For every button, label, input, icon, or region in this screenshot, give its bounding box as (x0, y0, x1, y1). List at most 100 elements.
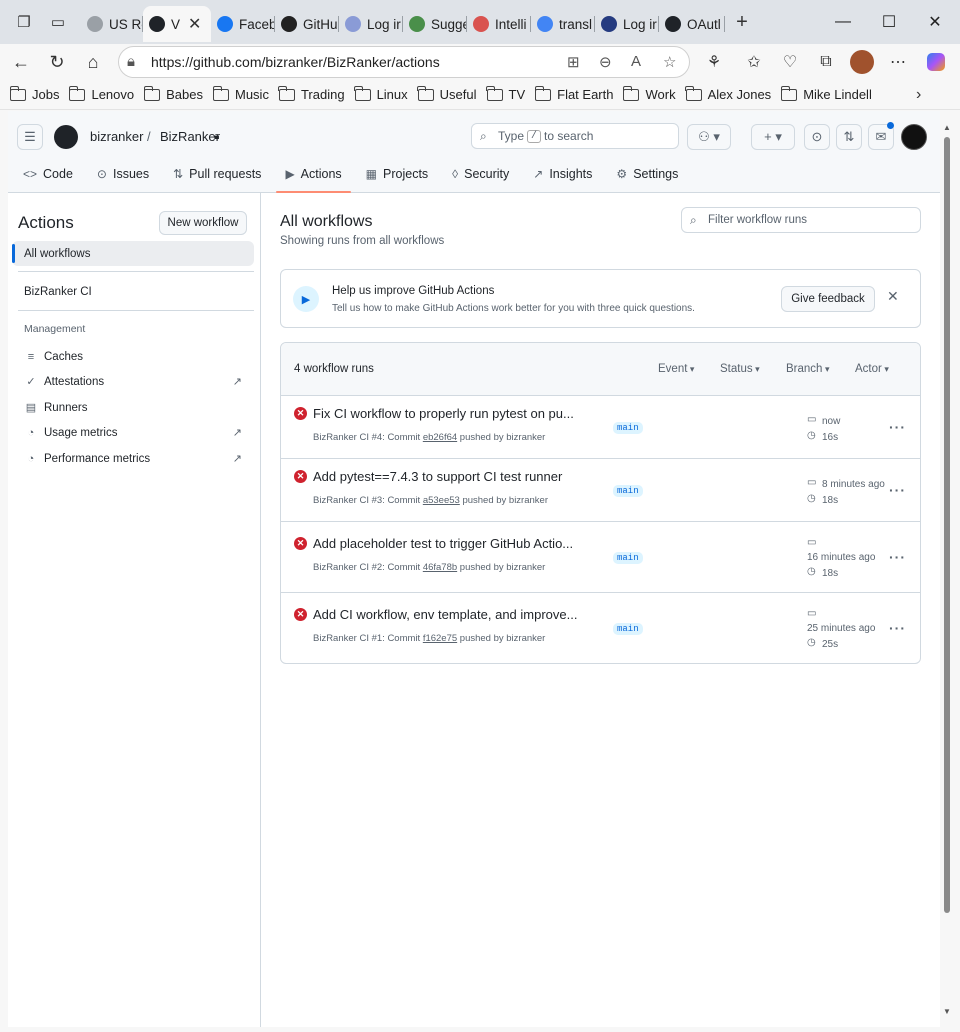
bookmark-alex-jones[interactable]: Alex Jones (685, 85, 771, 102)
workflow-run-row[interactable]: ✕ Add CI workflow, env template, and impr… (281, 593, 920, 663)
search-input[interactable]: ⌕ Type / to search (471, 123, 679, 149)
sidebar-item-usage-metrics[interactable]: ◔ Usage metrics ↗ (12, 420, 254, 445)
sidebar-item-runners[interactable]: ▤ Runners (12, 395, 254, 420)
bookmark-jobs[interactable]: Jobs (9, 85, 59, 102)
browser-tab[interactable]: Intelli (467, 6, 531, 42)
tab-projects[interactable]: ▦ Projects (357, 159, 438, 189)
close-icon[interactable]: ✕ (887, 288, 899, 305)
run-title-link[interactable]: Add placeholder test to trigger GitHub A… (313, 536, 573, 551)
tab-settings[interactable]: ⚙ Settings (607, 159, 687, 189)
bookmark-lenovo[interactable]: Lenovo (68, 85, 134, 102)
url-text[interactable]: https://github.com/bizranker/BizRanker/a… (151, 54, 440, 70)
bookmark-babes[interactable]: Babes (143, 85, 203, 102)
bookmark-tv[interactable]: TV (486, 85, 525, 102)
menu-icon[interactable]: ☰ (17, 124, 43, 150)
bookmark-music[interactable]: Music (212, 85, 269, 102)
create-new-button[interactable]: + ▾ (751, 124, 795, 150)
profile-avatar[interactable] (846, 46, 878, 78)
scrollbar-thumb[interactable] (944, 137, 950, 913)
browser-tab[interactable]: GitHu (275, 6, 339, 42)
give-feedback-button[interactable]: Give feedback (781, 286, 875, 312)
browser-tab[interactable]: V ✕ (143, 6, 211, 42)
bookmark-useful[interactable]: Useful (417, 85, 477, 102)
maximize-icon[interactable]: ☐ (866, 0, 912, 44)
bookmark-trading[interactable]: Trading (278, 85, 345, 102)
scroll-down-icon[interactable]: ▼ (943, 1007, 951, 1016)
browser-tab[interactable]: Log ir (339, 6, 403, 42)
filter-event[interactable]: Event ▾ (658, 363, 694, 375)
filter-runs-input[interactable]: ⌕ Filter workflow runs (681, 207, 921, 233)
tab-pull-requests[interactable]: ⇅ Pull requests (164, 159, 270, 189)
sidebar-item-workflow[interactable]: BizRanker CI (12, 279, 254, 304)
browser-tab[interactable]: Faceb (211, 6, 275, 42)
kebab-menu-icon[interactable]: ··· (889, 419, 906, 435)
app-available-icon[interactable]: ⊞ (567, 53, 580, 71)
bookmark-linux[interactable]: Linux (354, 85, 408, 102)
browser-tab[interactable]: US Re (81, 6, 143, 42)
bookmark-work[interactable]: Work (622, 85, 676, 102)
extensions-icon[interactable]: ⚘ (698, 46, 730, 78)
issues-icon[interactable]: ⊙ (804, 124, 830, 150)
new-workflow-button[interactable]: New workflow (159, 211, 247, 235)
filter-actor[interactable]: Actor ▾ (855, 363, 889, 375)
workflow-run-row[interactable]: ✕ Add pytest==7.4.3 to support CI test ru… (281, 459, 920, 522)
user-avatar[interactable] (901, 124, 927, 150)
read-aloud-icon[interactable]: A (631, 53, 641, 70)
zoom-icon[interactable]: ⊖ (599, 53, 612, 71)
favorite-star-icon[interactable]: ☆ (663, 53, 676, 71)
copilot-icon[interactable] (920, 46, 952, 78)
sidebar-item-caches[interactable]: ≡ Caches (12, 344, 254, 369)
workspaces-icon[interactable]: ❐ (9, 7, 39, 37)
tab-security[interactable]: ◊ Security (443, 159, 518, 189)
branch-badge[interactable]: main (613, 551, 643, 564)
run-title-link[interactable]: Add CI workflow, env template, and impro… (313, 607, 577, 622)
minimize-icon[interactable]: — (820, 0, 866, 44)
sidebar-item-all-workflows[interactable]: All workflows (12, 241, 254, 266)
browser-tab[interactable]: transl (531, 6, 595, 42)
bookmark-mike-lindell[interactable]: Mike Lindell (780, 85, 872, 102)
favorites-icon[interactable]: ✩ (738, 46, 770, 78)
browser-tab[interactable]: Sugge (403, 6, 467, 42)
browser-tab[interactable]: OAutl (659, 6, 725, 42)
bookmark-flat-earth[interactable]: Flat Earth (534, 85, 613, 102)
branch-badge[interactable]: main (613, 484, 643, 497)
bookmarks-overflow-icon[interactable]: › (916, 86, 921, 104)
close-tab-icon[interactable]: ✕ (188, 14, 201, 34)
workflow-run-row[interactable]: ✕ Fix CI workflow to properly run pytest … (281, 396, 920, 459)
pull-requests-icon[interactable]: ⇅ (836, 124, 862, 150)
commit-sha-link[interactable]: eb26f64 (423, 432, 457, 443)
commit-sha-link[interactable]: 46fa78b (423, 562, 457, 573)
kebab-menu-icon[interactable]: ··· (889, 482, 906, 498)
browser-tab[interactable]: Log ir (595, 6, 659, 42)
browser-essentials-icon[interactable]: ♡ (774, 46, 806, 78)
vertical-tabs-icon[interactable]: ▭ (43, 7, 73, 37)
address-bar[interactable]: 🔒︎ https://github.com/bizranker/BizRanke… (118, 46, 690, 78)
owner-link[interactable]: bizranker (90, 129, 143, 144)
copilot-button[interactable]: ⚇ ▾ (687, 124, 731, 150)
branch-badge[interactable]: main (613, 622, 643, 635)
collections-icon[interactable]: ⧉ (810, 46, 842, 78)
tab-code[interactable]: <> Code (14, 159, 82, 189)
tab-issues[interactable]: ⊙ Issues (88, 159, 158, 189)
home-icon[interactable]: ⌂ (75, 46, 111, 78)
back-icon[interactable]: ← (3, 46, 39, 78)
more-menu-icon[interactable]: ⋯ (882, 46, 914, 78)
new-tab-icon[interactable]: + (727, 7, 757, 37)
filter-branch[interactable]: Branch ▾ (786, 363, 829, 375)
close-window-icon[interactable]: ✕ (912, 0, 958, 44)
run-title-link[interactable]: Fix CI workflow to properly run pytest o… (313, 406, 574, 421)
sidebar-item-performance-metrics[interactable]: ◔ Performance metrics ↗ (12, 446, 254, 471)
sidebar-item-attestations[interactable]: ✓ Attestations ↗ (12, 369, 254, 394)
github-logo-icon[interactable] (54, 125, 78, 149)
run-title-link[interactable]: Add pytest==7.4.3 to support CI test run… (313, 469, 562, 484)
repo-link[interactable]: BizRanker (160, 129, 220, 144)
kebab-menu-icon[interactable]: ··· (889, 620, 906, 636)
scroll-up-icon[interactable]: ▲ (943, 123, 951, 132)
workflow-run-row[interactable]: ✕ Add placeholder test to trigger GitHub … (281, 522, 920, 593)
filter-status[interactable]: Status ▾ (720, 363, 760, 375)
commit-sha-link[interactable]: a53ee53 (423, 495, 460, 506)
tab-insights[interactable]: ↗ Insights (524, 159, 601, 189)
branch-badge[interactable]: main (613, 421, 643, 434)
tab-actions[interactable]: ▶ Actions (276, 159, 351, 193)
commit-sha-link[interactable]: f162e75 (423, 633, 457, 644)
